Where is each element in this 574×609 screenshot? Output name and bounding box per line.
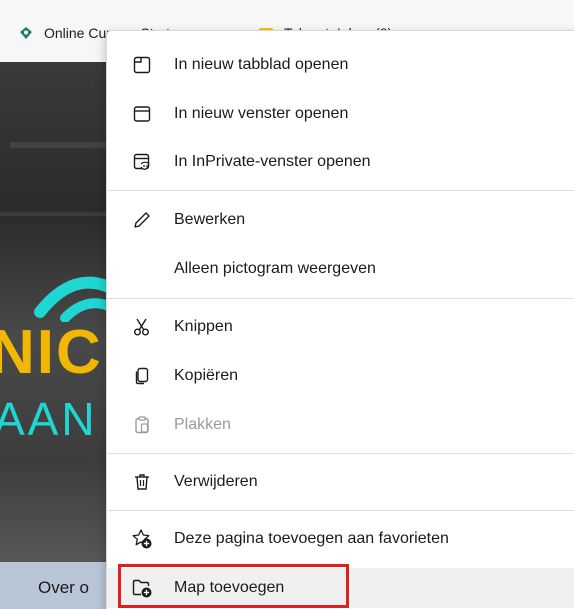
- context-menu: In nieuw tabblad openen In nieuw venster…: [106, 30, 574, 609]
- background-decoration: [0, 212, 120, 216]
- menu-separator: [107, 298, 574, 299]
- trash-icon: [131, 471, 153, 493]
- menu-item-open-new-window[interactable]: In nieuw venster openen: [107, 94, 574, 134]
- logo-text: NIC: [0, 318, 103, 387]
- menu-separator: [107, 190, 574, 191]
- menu-item-open-new-tab[interactable]: In nieuw tabblad openen: [107, 45, 574, 85]
- shield-icon: [18, 25, 34, 41]
- new-tab-icon: [131, 54, 153, 76]
- menu-item-label: In nieuw venster openen: [174, 105, 349, 122]
- menu-item-cut[interactable]: Knippen: [107, 307, 574, 347]
- menu-item-edit[interactable]: Bewerken: [107, 200, 574, 240]
- menu-item-label: In nieuw tabblad openen: [174, 56, 349, 73]
- menu-item-label: In InPrivate-venster openen: [174, 153, 371, 170]
- page-nav-item[interactable]: Over o: [0, 562, 120, 609]
- add-favorite-icon: [131, 528, 153, 550]
- scissors-icon: [131, 316, 153, 338]
- add-folder-icon: [131, 577, 153, 599]
- menu-item-copy[interactable]: Kopiëren: [107, 356, 574, 396]
- inprivate-window-icon: [131, 151, 153, 173]
- pencil-icon: [131, 209, 153, 231]
- menu-item-open-inprivate[interactable]: In InPrivate-venster openen: [107, 142, 574, 182]
- menu-item-show-icon-only[interactable]: Alleen pictogram weergeven: [107, 249, 574, 289]
- menu-item-add-folder[interactable]: Map toevoegen: [107, 568, 574, 608]
- menu-separator: [107, 510, 574, 511]
- menu-item-paste: Plakken: [107, 405, 574, 445]
- logo-subtext: AAN: [0, 393, 98, 445]
- menu-item-label: Deze pagina toevoegen aan favorieten: [174, 530, 449, 547]
- menu-separator: [107, 453, 574, 454]
- page-nav-label: Over o: [38, 578, 90, 597]
- menu-item-label: Knippen: [174, 318, 233, 335]
- paste-icon: [131, 414, 153, 436]
- menu-item-label: Bewerken: [174, 211, 246, 228]
- menu-item-delete[interactable]: Verwijderen: [107, 462, 574, 502]
- menu-item-label: Alleen pictogram weergeven: [174, 260, 376, 277]
- menu-item-add-to-favorites[interactable]: Deze pagina toevoegen aan favorieten: [107, 519, 574, 559]
- webpage-background: NIC AAN: [0, 62, 120, 562]
- browser-window: Online Cursus: Start Telenet: Inbox (8) …: [0, 0, 574, 609]
- new-window-icon: [131, 103, 153, 125]
- menu-item-label: Plakken: [174, 416, 231, 433]
- background-decoration: [10, 142, 110, 148]
- menu-item-label: Map toevoegen: [174, 579, 285, 596]
- menu-item-label: Kopiëren: [174, 367, 239, 384]
- menu-item-label: Verwijderen: [174, 473, 258, 490]
- copy-icon: [131, 365, 153, 387]
